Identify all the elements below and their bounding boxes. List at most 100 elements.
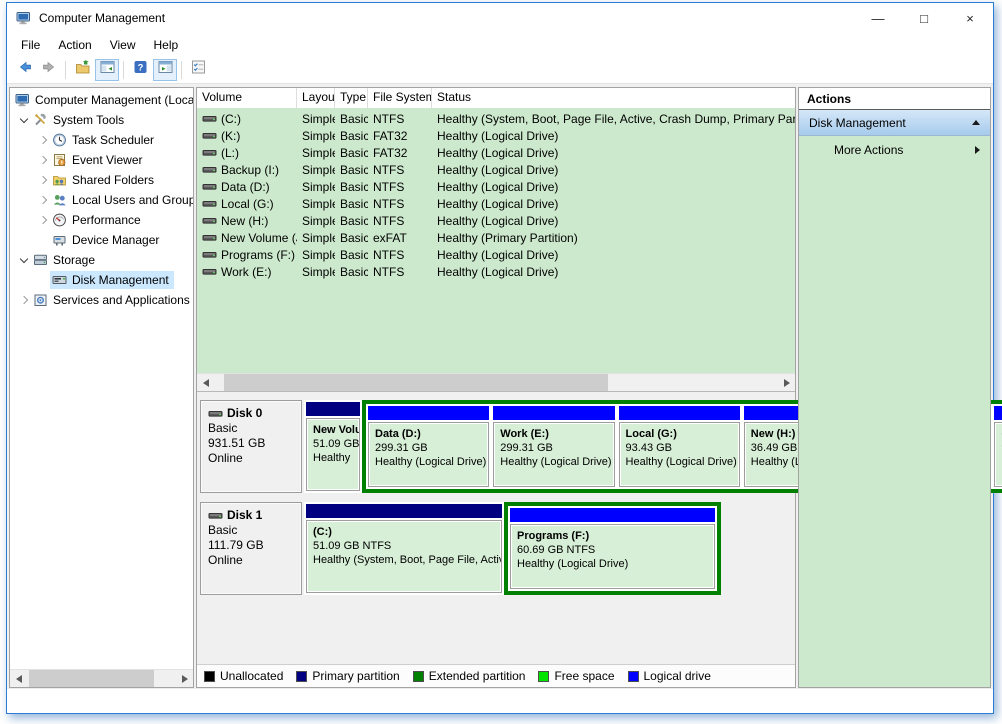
tree-item-system-tools[interactable]: System Tools	[10, 110, 193, 130]
menu-action[interactable]: Action	[49, 35, 100, 55]
tree-item-event-viewer[interactable]: Event Viewer	[10, 150, 193, 170]
menu-view[interactable]: View	[101, 35, 145, 55]
volume-row-c[interactable]: (C:)SimpleBasicNTFSHealthy (System, Boot…	[197, 110, 795, 127]
volume-row-new-volume-j[interactable]: New Volume (J:)SimpleBasicexFATHealthy (…	[197, 229, 795, 246]
scroll-right-button[interactable]	[778, 374, 795, 391]
actions-group-disk-management[interactable]: Disk Management	[799, 110, 990, 136]
tree-item-local-users-and-groups[interactable]: Local Users and Groups	[10, 190, 193, 210]
legend-swatch	[538, 671, 549, 682]
action-pane-toggle-button[interactable]	[153, 59, 177, 81]
volume-row-backup-i[interactable]: Backup (I:)SimpleBasicNTFSHealthy (Logic…	[197, 161, 795, 178]
partition-l[interactable]: (L:)9.29 GBHealthy (Logical Drive)	[992, 404, 1002, 489]
chevron-right-icon[interactable]	[35, 157, 50, 163]
menu-file[interactable]: File	[12, 35, 49, 55]
volume-row-new-h[interactable]: New (H:)SimpleBasicNTFSHealthy (Logical …	[197, 212, 795, 229]
scroll-thumb[interactable]	[29, 670, 154, 687]
partition-programs-f[interactable]: Programs (F:)60.69 GB NTFSHealthy (Logic…	[508, 506, 717, 591]
volume-layout-cell: Simple	[297, 265, 335, 279]
device-manager-icon	[52, 233, 67, 247]
scroll-right-button[interactable]	[176, 670, 193, 687]
chevron-down-icon[interactable]	[16, 259, 31, 262]
volume-status-cell: Healthy (Logical Drive)	[432, 163, 795, 177]
tree-item-performance[interactable]: Performance	[10, 210, 193, 230]
chevron-right-icon[interactable]	[35, 217, 50, 223]
volume-row-l[interactable]: (L:)SimpleBasicFAT32Healthy (Logical Dri…	[197, 144, 795, 161]
volume-layout-cell: Simple	[297, 146, 335, 160]
scroll-thumb[interactable]	[224, 374, 608, 391]
volume-list-horizontal-scrollbar[interactable]	[197, 373, 795, 391]
actions-title: Actions	[799, 88, 990, 110]
volume-fs-cell: FAT32	[368, 146, 432, 160]
volume-name: New (H:)	[221, 214, 268, 228]
tree-item-label: Task Scheduler	[72, 133, 154, 147]
chevron-right-icon[interactable]	[35, 197, 50, 203]
tree-item-inner: Performance	[50, 211, 146, 229]
volume-name-cell: Backup (I:)	[197, 163, 297, 177]
tree-item-shared-folders[interactable]: Shared Folders	[10, 170, 193, 190]
volume-name: Data (D:)	[221, 180, 270, 194]
volume-name: New Volume (J:)	[221, 231, 297, 245]
partition-size: 93.43 GB	[626, 441, 737, 455]
volume-type-cell: Basic	[335, 248, 368, 262]
volume-row-programs-f[interactable]: Programs (F:)SimpleBasicNTFSHealthy (Log…	[197, 246, 795, 263]
tree-item-label: Device Manager	[72, 233, 159, 247]
tree-item-storage[interactable]: Storage	[10, 250, 193, 270]
column-header-file-system[interactable]: File System	[368, 88, 432, 108]
scroll-left-button[interactable]	[197, 374, 214, 391]
screen: Computer Management — □ × FileActionView…	[0, 0, 1002, 724]
export-button[interactable]	[70, 59, 94, 81]
volume-row-k[interactable]: (K:)SimpleBasicFAT32Healthy (Logical Dri…	[197, 127, 795, 144]
actions-group-label: Disk Management	[809, 116, 906, 130]
disk-graphic: New Volume (J:)51.09 GBHealthyData (D:)2…	[304, 400, 792, 493]
chevron-down-icon[interactable]	[16, 119, 31, 122]
window-title: Computer Management	[39, 11, 165, 25]
tree-item-services-and-applications[interactable]: Services and Applications	[10, 290, 193, 310]
minimize-button[interactable]: —	[855, 3, 901, 33]
scroll-track[interactable]	[27, 670, 176, 687]
disk-header-disk-0[interactable]: Disk 0Basic931.51 GBOnline	[200, 400, 302, 493]
volume-name: Backup (I:)	[221, 163, 279, 177]
partition-data-d[interactable]: Data (D:)299.31 GBHealthy (Logical Drive…	[366, 404, 491, 489]
volume-row-work-e[interactable]: Work (E:)SimpleBasicNTFSHealthy (Logical…	[197, 263, 795, 280]
menu-help[interactable]: Help	[145, 35, 188, 55]
column-header-layout[interactable]: Layout	[297, 88, 335, 108]
back-button[interactable]	[12, 59, 36, 81]
legend-item-extended-partition: Extended partition	[413, 669, 526, 683]
chevron-right-icon[interactable]	[35, 137, 50, 143]
scroll-left-button[interactable]	[10, 670, 27, 687]
chevron-right-icon[interactable]	[16, 297, 31, 303]
tree-item-disk-management[interactable]: Disk Management	[10, 270, 193, 290]
console-tree-toggle-button[interactable]	[95, 59, 119, 81]
tree-item-label: Storage	[53, 253, 95, 267]
partition-info: Data (D:)299.31 GBHealthy (Logical Drive…	[368, 422, 489, 487]
tree-horizontal-scrollbar[interactable]	[10, 669, 193, 687]
volume-row-data-d[interactable]: Data (D:)SimpleBasicNTFSHealthy (Logical…	[197, 178, 795, 195]
disk-header-disk-1[interactable]: Disk 1Basic111.79 GBOnline	[200, 502, 302, 595]
partition-work-e[interactable]: Work (E:)299.31 GBHealthy (Logical Drive…	[491, 404, 616, 489]
properties-button[interactable]	[186, 59, 210, 81]
column-header-status[interactable]: Status	[432, 88, 795, 108]
collapse-icon[interactable]	[972, 120, 980, 125]
help-button[interactable]: ?	[128, 59, 152, 81]
partition-info: (L:)9.29 GBHealthy (Logical Drive)	[994, 422, 1002, 487]
chevron-right-icon[interactable]	[35, 177, 50, 183]
tree-item-inner: Shared Folders	[50, 171, 159, 189]
column-header-volume[interactable]: Volume	[197, 88, 297, 108]
scroll-track[interactable]	[214, 374, 778, 391]
tree-item-label: Event Viewer	[72, 153, 142, 167]
tree-item-computer-management-local[interactable]: Computer Management (Local	[10, 90, 193, 110]
volume-layout-cell: Simple	[297, 180, 335, 194]
tree-item-task-scheduler[interactable]: Task Scheduler	[10, 130, 193, 150]
volume-row-local-g[interactable]: Local (G:)SimpleBasicNTFSHealthy (Logica…	[197, 195, 795, 212]
forward-button[interactable]	[37, 59, 61, 81]
partition-local-g[interactable]: Local (G:)93.43 GBHealthy (Logical Drive…	[617, 404, 742, 489]
partition-c[interactable]: (C:)51.09 GB NTFSHealthy (System, Boot, …	[304, 502, 504, 595]
column-header-type[interactable]: Type	[335, 88, 368, 108]
local-users-icon	[52, 193, 67, 207]
tree-item-device-manager[interactable]: Device Manager	[10, 230, 193, 250]
partition-size: 299.31 GB	[375, 441, 486, 455]
close-button[interactable]: ×	[947, 3, 993, 33]
partition-new-volume-j[interactable]: New Volume (J:)51.09 GBHealthy	[304, 400, 362, 493]
more-actions-item[interactable]: More Actions	[799, 136, 990, 163]
maximize-button[interactable]: □	[901, 3, 947, 33]
